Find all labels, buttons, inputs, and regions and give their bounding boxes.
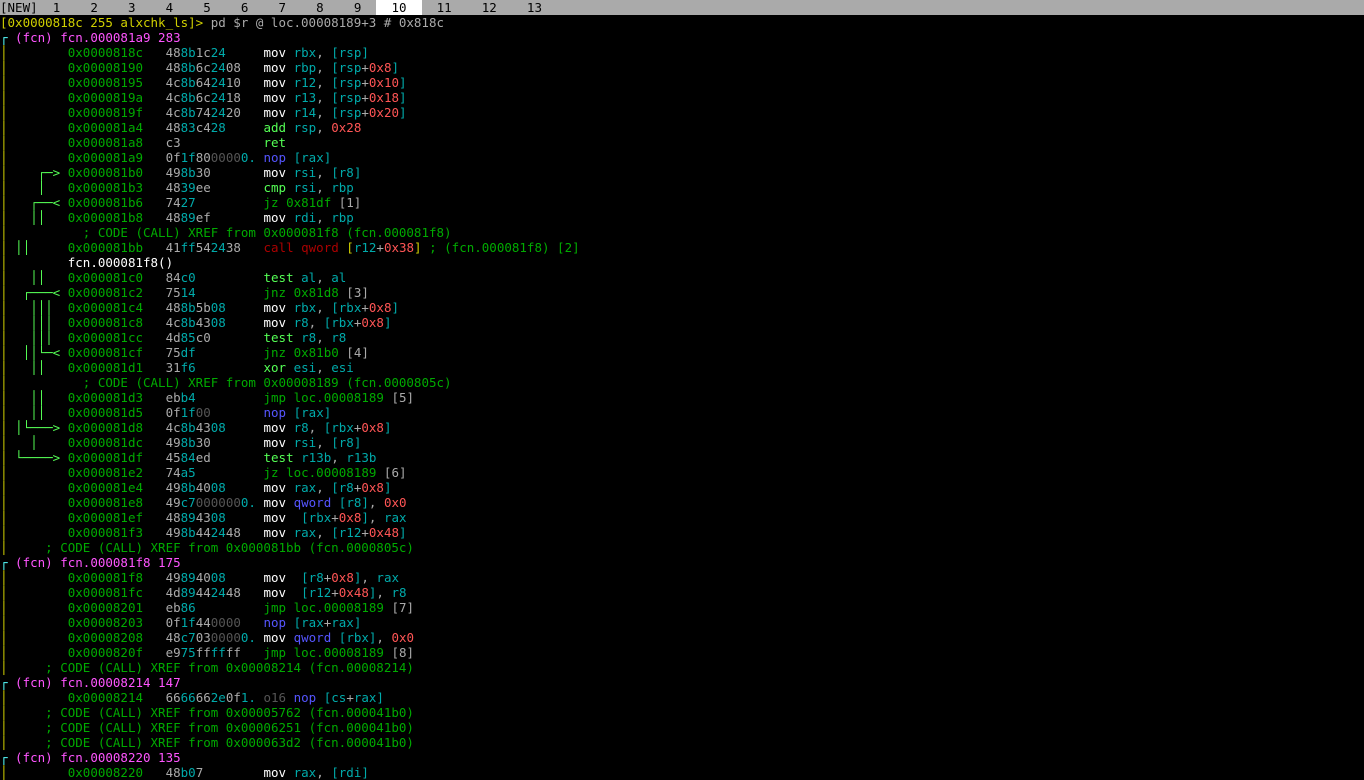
fn-ref: │ fcn.000081f8()	[0, 255, 1364, 270]
asm-line: │ │ 0x000081b3 4839ee cmp rsi, rbp	[0, 180, 1364, 195]
asm-line: │ ┌───< 0x000081c2 7514 jnz 0x81d8 [3]	[0, 285, 1364, 300]
asm-line: │ ││ 0x000081d5 0f1f00 nop [rax]	[0, 405, 1364, 420]
asm-line: │ 0x000081a9 0f1f8000000. nop [rax]	[0, 150, 1364, 165]
asm-line: │ ┌─> 0x000081b0 498b30 mov rsi, [r8]	[0, 165, 1364, 180]
prompt-cmd: pd $r @ loc.00008189+3 # 0x818c	[211, 15, 444, 30]
tab-bar[interactable]: [NEW] 1 2 3 4 5 6 7 8 9 10 11 12 13	[0, 0, 1364, 15]
disassembly-output: ┌ (fcn) fcn.000081a9 283│ 0x0000818c 488…	[0, 30, 1364, 780]
tab[interactable]: 8	[301, 0, 339, 15]
asm-line: │ 0x000081f8 49894008 mov [r8+0x8], rax	[0, 570, 1364, 585]
tab[interactable]: 2	[75, 0, 113, 15]
asm-line: │ 0x00008220 48b07 mov rax, [rdi]	[0, 765, 1364, 780]
xref: │ ; CODE (CALL) XREF from 0x000081f8 (fc…	[0, 225, 1364, 240]
asm-line: │ 0x000081a4 4883c428 add rsp, 0x28	[0, 120, 1364, 135]
asm-line: │ │││ 0x000081c8 4c8b4308 mov r8, [rbx+0…	[0, 315, 1364, 330]
asm-line: │ │││ 0x000081c4 488b5b08 mov rbx, [rbx+…	[0, 300, 1364, 315]
tab[interactable]: 5	[188, 0, 226, 15]
tab[interactable]: 13	[512, 0, 557, 15]
asm-line: │ ┌──< 0x000081b6 7427 jz 0x81df [1]	[0, 195, 1364, 210]
xref: │ ; CODE (CALL) XREF from 0x00005762 (fc…	[0, 705, 1364, 720]
prompt-line[interactable]: [0x0000818c 255 alxchk_ls]> pd $r @ loc.…	[0, 15, 1364, 30]
function-head: ┌ (fcn) fcn.000081f8 175	[0, 555, 1364, 570]
xref: │ ; CODE (CALL) XREF from 0x00006251 (fc…	[0, 720, 1364, 735]
asm-line: │ 0x00008201 eb86 jmp loc.00008189 [7]	[0, 600, 1364, 615]
tab[interactable]: 11	[422, 0, 467, 15]
asm-line: │ ││ 0x000081b8 4889ef mov rdi, rbp	[0, 210, 1364, 225]
prompt-addr: [0x0000818c 255 alxchk_ls]>	[0, 15, 211, 30]
tab-left: [NEW]	[0, 0, 38, 15]
asm-line: │ 0x00008208 48c70300000. mov qword [rbx…	[0, 630, 1364, 645]
tab[interactable]: 3	[113, 0, 151, 15]
asm-line: │ 0x000081fc 4d89442448 mov [r12+0x48], …	[0, 585, 1364, 600]
function-head: ┌ (fcn) fcn.00008214 147	[0, 675, 1364, 690]
asm-line: │ │└───> 0x000081d8 4c8b4308 mov r8, [rb…	[0, 420, 1364, 435]
asm-line: │ 0x00008190 488b6c2408 mov rbp, [rsp+0x…	[0, 60, 1364, 75]
tab[interactable]: 12	[467, 0, 512, 15]
asm-line: │ │ 0x000081dc 498b30 mov rsi, [r8]	[0, 435, 1364, 450]
tab[interactable]: 1	[38, 0, 76, 15]
tab[interactable]: 6	[226, 0, 264, 15]
asm-line: │ │││ 0x000081cc 4d85c0 test r8, r8	[0, 330, 1364, 345]
asm-line: │ 0x000081e4 498b4008 mov rax, [r8+0x8]	[0, 480, 1364, 495]
xref: │ ; CODE (CALL) XREF from 0x00008189 (fc…	[0, 375, 1364, 390]
tab[interactable]: 4	[151, 0, 189, 15]
asm-line: │ ││ 0x000081bb 41ff542438 call qword [r…	[0, 240, 1364, 255]
asm-line: │ └────> 0x000081df 4584ed test r13b, r1…	[0, 450, 1364, 465]
asm-line: │ 0x0000819f 4c8b742420 mov r14, [rsp+0x…	[0, 105, 1364, 120]
function-head: ┌ (fcn) fcn.000081a9 283	[0, 30, 1364, 45]
asm-line: │ ││ 0x000081d3 ebb4 jmp loc.00008189 [5…	[0, 390, 1364, 405]
tab[interactable]: 10	[376, 0, 421, 15]
asm-line: │ ││└─< 0x000081cf 75df jnz 0x81b0 [4]	[0, 345, 1364, 360]
asm-line: │ 0x00008214 6666662e0f1. o16 nop [cs+ra…	[0, 690, 1364, 705]
tab[interactable]: 7	[263, 0, 301, 15]
asm-line: │ 0x0000820f e975ffffff jmp loc.00008189…	[0, 645, 1364, 660]
asm-line: │ ││ 0x000081c0 84c0 test al, al	[0, 270, 1364, 285]
tab[interactable]: 9	[339, 0, 377, 15]
asm-line: │ 0x000081a8 c3 ret	[0, 135, 1364, 150]
asm-line: │ 0x0000818c 488b1c24 mov rbx, [rsp]	[0, 45, 1364, 60]
asm-line: │ 0x00008203 0f1f440000 nop [rax+rax]	[0, 615, 1364, 630]
asm-line: │ 0x000081e8 49c70000000. mov qword [r8]…	[0, 495, 1364, 510]
function-head: ┌ (fcn) fcn.00008220 135	[0, 750, 1364, 765]
asm-line: │ 0x000081f3 498b442448 mov rax, [r12+0x…	[0, 525, 1364, 540]
asm-line: │ 0x000081ef 48894308 mov [rbx+0x8], rax	[0, 510, 1364, 525]
asm-line: │ ││ 0x000081d1 31f6 xor esi, esi	[0, 360, 1364, 375]
asm-line: │ 0x0000819a 4c8b6c2418 mov r13, [rsp+0x…	[0, 90, 1364, 105]
xref: │ ; CODE (CALL) XREF from 0x00008214 (fc…	[0, 660, 1364, 675]
xref: │ ; CODE (CALL) XREF from 0x000081bb (fc…	[0, 540, 1364, 555]
asm-line: │ 0x000081e2 74a5 jz loc.00008189 [6]	[0, 465, 1364, 480]
xref: │ ; CODE (CALL) XREF from 0x000063d2 (fc…	[0, 735, 1364, 750]
asm-line: │ 0x00008195 4c8b642410 mov r12, [rsp+0x…	[0, 75, 1364, 90]
